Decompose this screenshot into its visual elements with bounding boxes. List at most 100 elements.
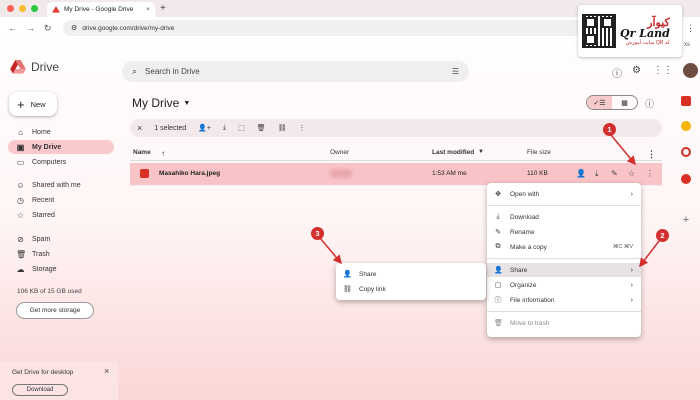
browser-menu-icon[interactable]: ⋮ xyxy=(686,23,695,34)
menu-item-label: Share xyxy=(510,266,528,274)
star-icon: ☆ xyxy=(16,210,25,220)
menu-item-download[interactable]: ⤓ Download xyxy=(487,210,641,224)
site-info-icon[interactable]: ⚙ xyxy=(71,24,77,32)
details-icon[interactable]: ⓘ xyxy=(645,97,654,110)
watermark-title-fa: کیوآر xyxy=(647,15,670,29)
maximize-window-icon[interactable] xyxy=(31,5,38,12)
share-person-icon[interactable]: 👤 xyxy=(576,169,586,178)
add-addon-icon[interactable]: + xyxy=(681,215,691,226)
sidebar-item-label: Starred xyxy=(32,211,55,219)
search-icon[interactable]: ⌕ xyxy=(132,66,137,77)
list-view-icon[interactable]: ✓☰ xyxy=(587,96,612,109)
page-title[interactable]: My Drive ▼ xyxy=(132,96,190,110)
copy-icon: ⧉ xyxy=(495,243,501,250)
menu-item-label: Rename xyxy=(510,228,535,236)
people-icon: ☺ xyxy=(16,180,25,190)
close-promo-icon[interactable]: × xyxy=(104,366,109,376)
info-icon: ⓘ xyxy=(494,297,502,304)
close-tab-icon[interactable]: × xyxy=(146,6,150,13)
submenu-item-share[interactable]: 👤 Share xyxy=(336,267,486,281)
sort-arrow-icon[interactable]: ↑ xyxy=(161,149,165,158)
tasks-icon[interactable] xyxy=(681,147,691,157)
link-icon[interactable]: ⛓ xyxy=(278,124,287,132)
new-button-label: New xyxy=(30,99,46,109)
sidebar-item-starred[interactable]: ☆ Starred xyxy=(8,208,114,222)
get-more-storage-button[interactable]: Get more storage xyxy=(16,302,94,319)
move-icon[interactable]: ⬚ xyxy=(238,124,245,132)
download-icon[interactable]: ⤓ xyxy=(595,169,599,179)
column-name[interactable]: Name xyxy=(133,149,151,156)
trash-icon[interactable]: 🗑 xyxy=(257,124,266,132)
column-options-icon[interactable]: ⋮ xyxy=(647,149,656,160)
avatar[interactable] xyxy=(683,63,698,78)
sidebar-item-trash[interactable]: 🗑 Trash xyxy=(8,247,114,261)
rename-icon[interactable]: ✎ xyxy=(611,169,618,178)
browser-tab[interactable]: My Drive - Google Drive × xyxy=(47,2,155,17)
sidebar-item-my-drive[interactable]: ▣ My Drive xyxy=(8,140,114,154)
menu-shortcut: ⌘C ⌘V xyxy=(612,244,633,250)
folder-icon: ▢ xyxy=(494,282,502,289)
row-more-icon[interactable]: ⋮ xyxy=(646,169,654,178)
reload-icon[interactable]: ↻ xyxy=(44,23,52,34)
address-bar[interactable]: ⚙ drive.google.com/drive/my-drive xyxy=(63,20,588,36)
caret-down-icon: ▼ xyxy=(183,99,191,107)
annotation-arrow-2 xyxy=(639,240,660,268)
new-button[interactable]: + New xyxy=(9,92,57,116)
submenu-item-copy-link[interactable]: ⛓ Copy link xyxy=(336,282,486,296)
back-icon[interactable]: ← xyxy=(8,23,17,33)
star-icon[interactable]: ☆ xyxy=(628,169,635,178)
download-icon[interactable]: ⤓ xyxy=(223,124,226,132)
file-modified: 1:53 AM me xyxy=(432,170,467,177)
column-file-size[interactable]: File size xyxy=(527,149,551,156)
annotation-badge-2: 2 xyxy=(656,229,669,242)
calendar-icon[interactable] xyxy=(681,96,691,106)
sort-down-icon[interactable]: ▼ xyxy=(478,149,484,155)
contacts-icon[interactable] xyxy=(681,174,691,184)
more-actions-icon[interactable]: ⋮ xyxy=(299,124,306,132)
menu-item-share[interactable]: 👤 Share › xyxy=(487,263,641,277)
table-row[interactable]: Masahiko Hara.jpeg 1:53 AM me 110 KB 👤 ⤓… xyxy=(130,163,662,185)
close-window-icon[interactable] xyxy=(7,5,14,12)
clear-selection-icon[interactable]: × xyxy=(137,123,142,133)
apps-grid-icon[interactable]: ⋮⋮ xyxy=(653,65,673,76)
forward-icon[interactable]: → xyxy=(26,23,35,33)
cloud-icon: ☁ xyxy=(16,264,25,274)
sidebar-item-storage[interactable]: ☁ Storage xyxy=(8,262,114,276)
download-desktop-button[interactable]: Download xyxy=(12,384,68,396)
share-person-icon[interactable]: 👤+ xyxy=(198,124,211,132)
menu-item-move-to-trash[interactable]: 🗑 Move to trash xyxy=(487,316,641,330)
computer-icon: ▭ xyxy=(16,157,25,167)
view-toggle[interactable]: ✓☰ ▦ xyxy=(586,95,638,110)
sidebar-item-shared[interactable]: ☺ Shared with me xyxy=(8,178,114,192)
menu-item-rename[interactable]: ✎ Rename xyxy=(487,225,641,239)
open-with-icon: ✥ xyxy=(495,191,501,198)
sidebar-item-recent[interactable]: ◷ Recent xyxy=(8,193,114,207)
sidebar-item-label: Trash xyxy=(32,250,50,258)
menu-item-file-information[interactable]: ⓘ File information › xyxy=(487,293,641,307)
column-last-modified[interactable]: Last modified xyxy=(432,149,474,156)
selection-count: 1 selected xyxy=(154,124,187,132)
menu-item-organize[interactable]: ▢ Organize › xyxy=(487,278,641,292)
menu-item-open-with[interactable]: ✥ Open with › xyxy=(487,187,641,201)
owner-avatar xyxy=(330,169,352,178)
sidebar-item-spam[interactable]: ⊘ Spam xyxy=(8,232,114,246)
menu-item-label: Make a copy xyxy=(510,243,547,251)
sidebar-item-home[interactable]: ⌂ Home xyxy=(8,125,114,139)
sidebar-item-label: Recent xyxy=(32,196,55,204)
menu-item-make-copy[interactable]: ⧉ Make a copy ⌘C ⌘V xyxy=(487,240,641,254)
menu-divider xyxy=(487,258,641,259)
search-options-icon[interactable]: ☰ xyxy=(452,67,459,76)
search-input[interactable]: Search in Drive xyxy=(145,67,200,76)
search-bar[interactable]: ⌕ Search in Drive ☰ xyxy=(122,61,469,82)
settings-icon[interactable]: ⚙ xyxy=(632,65,641,76)
new-tab-button[interactable]: + xyxy=(160,3,166,14)
column-owner[interactable]: Owner xyxy=(330,149,349,156)
sidebar-item-computers[interactable]: ▭ Computers xyxy=(8,155,114,169)
drive-logo[interactable]: Drive xyxy=(10,60,59,74)
promo-title: Get Drive for desktop xyxy=(12,369,74,376)
help-icon[interactable]: ⓘ xyxy=(612,65,622,80)
grid-view-icon[interactable]: ▦ xyxy=(612,96,637,109)
minimize-window-icon[interactable] xyxy=(19,5,26,12)
keep-icon[interactable] xyxy=(681,121,691,131)
file-name: Masahiko Hara.jpeg xyxy=(159,170,221,177)
